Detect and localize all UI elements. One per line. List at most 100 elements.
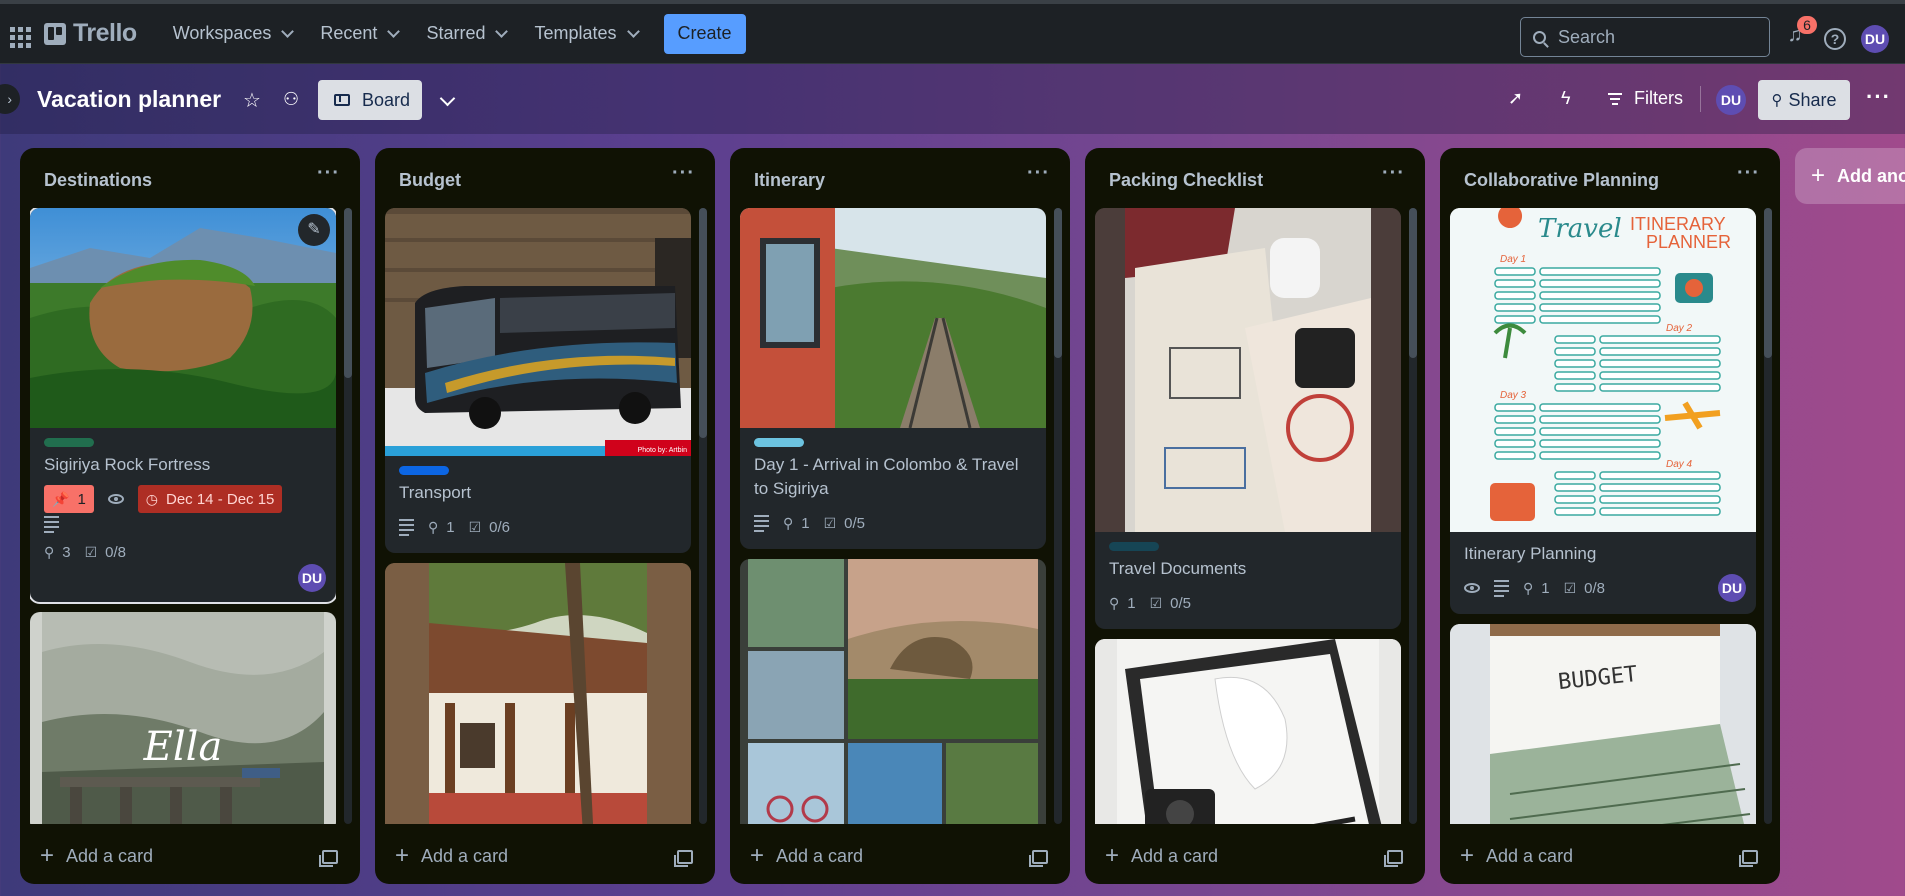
- card-label[interactable]: [399, 466, 449, 475]
- board-title[interactable]: Vacation planner: [37, 86, 221, 113]
- create-from-template-icon[interactable]: [1029, 850, 1048, 867]
- attachment-count: 3: [62, 543, 71, 561]
- passport-photo: [1095, 208, 1401, 532]
- search-input[interactable]: Search: [1520, 17, 1770, 57]
- list-actions-more-icon[interactable]: ···: [1737, 162, 1760, 185]
- paperclip-icon: ⚲: [44, 543, 55, 560]
- list-scrollbar[interactable]: [699, 208, 707, 824]
- card-cover-image: [1095, 639, 1401, 824]
- checklist-progress: 0/5: [1170, 594, 1192, 612]
- train-railway-photo: [740, 208, 1046, 428]
- edit-card-pencil-icon[interactable]: ✎: [298, 214, 330, 246]
- card-accommodation[interactable]: [385, 563, 691, 824]
- card-label[interactable]: [44, 438, 94, 447]
- card-badges: 📌 1 ◷ Dec 14 - Dec 15: [44, 485, 322, 536]
- list-title[interactable]: Itinerary: [754, 170, 825, 191]
- workspaces-menu[interactable]: Workspaces: [159, 14, 307, 54]
- automation-lightning-icon[interactable]: ϟ: [1561, 88, 1571, 109]
- add-another-list-button[interactable]: + Add another list: [1795, 148, 1905, 204]
- create-from-template-icon[interactable]: [1739, 850, 1758, 867]
- list-scrollbar[interactable]: [1764, 208, 1772, 824]
- plus-icon: +: [750, 842, 765, 869]
- top-navigation: Trello Workspaces Recent Starred Templat…: [0, 0, 1905, 64]
- add-card-label: Add a card: [776, 845, 864, 866]
- star-icon[interactable]: ☆: [243, 88, 261, 113]
- card-label[interactable]: [754, 438, 804, 447]
- list-title[interactable]: Collaborative Planning: [1464, 170, 1659, 191]
- planner-title-planner: PLANNER: [1646, 232, 1732, 252]
- starred-menu[interactable]: Starred: [412, 14, 520, 54]
- board-view-button[interactable]: Board: [318, 80, 422, 120]
- list-actions-more-icon[interactable]: ···: [1382, 162, 1405, 185]
- list-actions-more-icon[interactable]: ···: [672, 162, 695, 185]
- filters-button[interactable]: Filters: [1608, 88, 1683, 109]
- create-button[interactable]: Create: [663, 13, 746, 54]
- card-member-avatar[interactable]: DU: [1718, 574, 1746, 602]
- pin-icon: 📌: [52, 490, 70, 507]
- list-scrollbar[interactable]: [1054, 208, 1062, 824]
- attachments-badge: ⚲ 1: [428, 513, 455, 541]
- board-member-avatar[interactable]: DU: [1716, 85, 1746, 115]
- create-from-template-icon[interactable]: [319, 850, 338, 867]
- due-date-badge[interactable]: ◷ Dec 14 - Dec 15: [137, 485, 283, 513]
- account-avatar[interactable]: DU: [1861, 25, 1889, 53]
- card-details: Transport ⚲ 1 ☑ 0/6: [385, 456, 691, 553]
- watching-eye-icon: [107, 494, 124, 504]
- card-collage[interactable]: [740, 559, 1046, 824]
- card-luggage[interactable]: [1095, 639, 1401, 824]
- power-ups-rocket-icon[interactable]: ➚: [1508, 88, 1523, 109]
- chevron-down-icon: [626, 24, 640, 38]
- list-title[interactable]: Packing Checklist: [1109, 170, 1263, 191]
- paperclip-icon: ⚲: [783, 514, 794, 531]
- add-card-button[interactable]: + Add a card: [1105, 838, 1218, 874]
- add-card-button[interactable]: + Add a card: [395, 838, 508, 874]
- add-card-button[interactable]: + Add a card: [750, 838, 863, 874]
- card-transport[interactable]: Photo by: Artbin Transport ⚲ 1 ☑ 0/6: [385, 208, 691, 553]
- list-cards: Travel ITINERARY PLANNER Day 1 Day 2 Day…: [1450, 208, 1756, 824]
- watching-eye-icon: [1464, 583, 1480, 593]
- paperclip-icon: ⚲: [1109, 594, 1120, 611]
- create-from-template-icon[interactable]: [674, 850, 693, 867]
- list-title[interactable]: Destinations: [44, 170, 152, 191]
- list-collaborative-planning: Collaborative Planning ··· Travel ITINER…: [1440, 148, 1780, 884]
- card-member-avatar[interactable]: DU: [298, 564, 326, 592]
- card-itinerary-planning[interactable]: Travel ITINERARY PLANNER Day 1 Day 2 Day…: [1450, 208, 1756, 614]
- workspace-visible-icon[interactable]: ⚇: [283, 89, 299, 110]
- app-switcher-icon[interactable]: [2, 19, 32, 49]
- card-ella[interactable]: Ella: [30, 612, 336, 824]
- list-actions-more-icon[interactable]: ···: [1027, 162, 1050, 185]
- card-label[interactable]: [1109, 542, 1159, 551]
- add-card-button[interactable]: + Add a card: [1460, 838, 1573, 874]
- card-badges-row-2: ⚲ 3 ☑ 0/8: [44, 538, 322, 566]
- card-day-1-arrival[interactable]: Day 1 - Arrival in Colombo & Travel to S…: [740, 208, 1046, 549]
- list-title[interactable]: Budget: [399, 170, 461, 191]
- card-title: Travel Documents: [1109, 559, 1247, 578]
- recent-menu[interactable]: Recent: [306, 14, 412, 54]
- card-cover-image: [740, 559, 1046, 824]
- card-title: Sigiriya Rock Fortress: [44, 455, 211, 474]
- add-card-button[interactable]: + Add a card: [40, 838, 153, 874]
- workspaces-label: Workspaces: [172, 23, 272, 43]
- travel-itinerary-planner-graphic: [1450, 208, 1756, 532]
- create-from-template-icon[interactable]: [1384, 850, 1403, 867]
- logo-text: Trello: [73, 19, 137, 47]
- list-scrollbar[interactable]: [1409, 208, 1417, 824]
- card-budget[interactable]: BUDGET: [1450, 624, 1756, 824]
- sidebar-expand-icon[interactable]: ›: [0, 84, 20, 114]
- card-travel-documents[interactable]: Travel Documents ⚲ 1 ☑ 0/5: [1095, 208, 1401, 629]
- views-chevron-down-icon[interactable]: [439, 90, 456, 107]
- list-actions-more-icon[interactable]: ···: [317, 162, 340, 185]
- board-menu-more-icon[interactable]: ···: [1866, 84, 1891, 110]
- attachment-count: 1: [1127, 594, 1136, 612]
- share-button[interactable]: ⚲ Share: [1758, 80, 1850, 120]
- trello-logo[interactable]: Trello: [44, 19, 137, 48]
- checklist-progress: 0/8: [1584, 579, 1606, 597]
- planner-day-2: Day 2: [1666, 323, 1693, 334]
- help-icon[interactable]: ?: [1824, 28, 1846, 50]
- card-cover-image: [1095, 208, 1401, 532]
- templates-menu[interactable]: Templates: [520, 14, 651, 54]
- recent-label: Recent: [320, 23, 378, 43]
- card-sigiriya-rock-fortress[interactable]: ✎ Sigiriya Rock Fortress 📌 1 ◷ Dec 14 - De…: [30, 208, 336, 604]
- list-scrollbar[interactable]: [344, 208, 352, 824]
- nav-menus: Workspaces Recent Starred Templates Crea…: [159, 4, 746, 63]
